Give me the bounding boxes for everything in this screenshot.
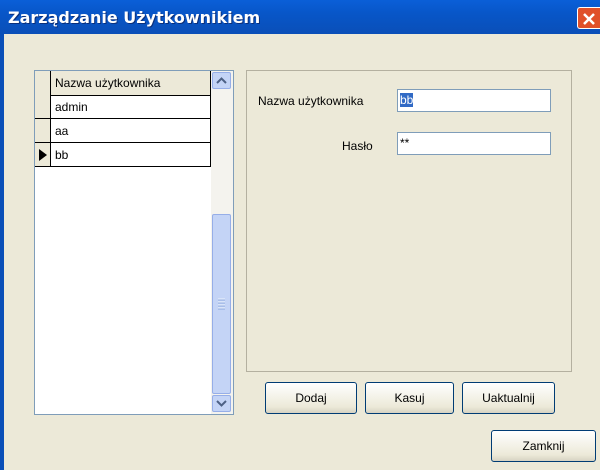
table-row[interactable]: aa: [35, 119, 211, 143]
delete-button[interactable]: Kasuj: [365, 382, 454, 414]
grip-icon: [218, 298, 225, 310]
title-bar[interactable]: Zarządzanie Użytkownikiem: [0, 0, 600, 34]
close-icon: [583, 13, 595, 25]
window-title: Zarządzanie Użytkownikiem: [8, 8, 261, 27]
username-cell[interactable]: bb: [51, 143, 211, 166]
chevron-up-icon: [216, 77, 227, 84]
window-frame-left: [0, 34, 4, 470]
grid-header: Nazwa użytkownika: [35, 71, 211, 96]
password-field[interactable]: **: [397, 132, 551, 155]
close-window-button[interactable]: [577, 7, 600, 29]
users-grid[interactable]: Nazwa użytkownika admin aa bb: [34, 70, 234, 415]
scroll-down-button[interactable]: [212, 395, 231, 412]
column-header-username[interactable]: Nazwa użytkownika: [51, 71, 211, 95]
username-value: bb: [400, 93, 414, 107]
update-button[interactable]: Uaktualnij: [462, 382, 555, 414]
user-details-panel: [246, 70, 572, 372]
username-cell[interactable]: aa: [51, 119, 211, 142]
chevron-down-icon: [216, 400, 227, 407]
close-button[interactable]: Zamknij: [491, 430, 596, 462]
table-row-current[interactable]: bb: [35, 143, 211, 167]
scroll-up-button[interactable]: [212, 72, 231, 89]
username-field[interactable]: bb: [397, 89, 551, 112]
row-selector[interactable]: [35, 143, 51, 166]
username-label: Nazwa użytkownika: [258, 94, 364, 108]
current-row-arrow-icon: [39, 149, 47, 161]
row-selector[interactable]: [35, 95, 51, 118]
grid-vertical-scrollbar[interactable]: [211, 71, 233, 414]
add-button[interactable]: Dodaj: [265, 382, 357, 414]
scroll-thumb[interactable]: [212, 214, 231, 394]
password-label: Hasło: [342, 139, 373, 153]
password-value: **: [400, 136, 410, 150]
grid-corner: [35, 71, 51, 95]
username-cell[interactable]: admin: [51, 95, 211, 118]
table-row[interactable]: admin: [35, 95, 211, 119]
row-selector[interactable]: [35, 119, 51, 142]
